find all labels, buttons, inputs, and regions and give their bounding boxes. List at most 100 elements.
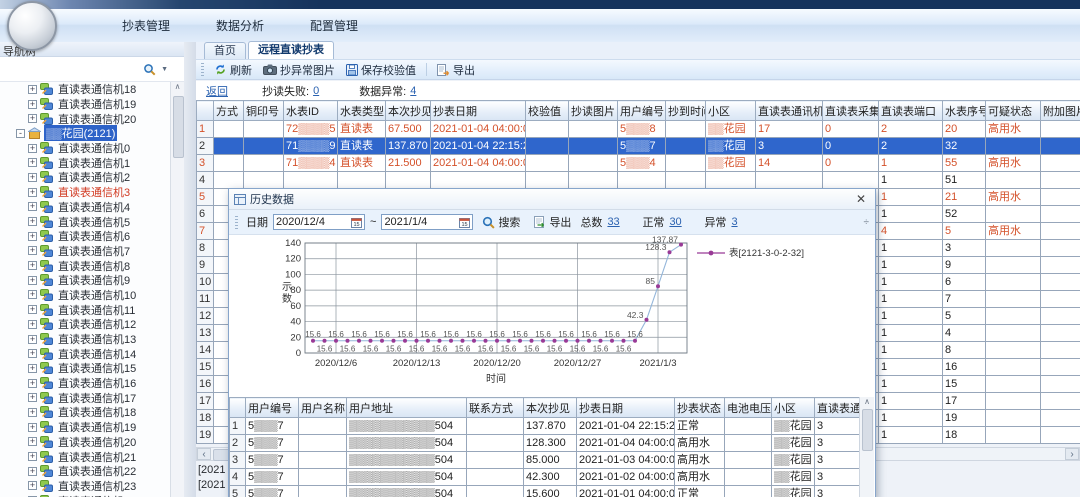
expand-icon[interactable]: +	[28, 217, 37, 226]
data-abnormal-count[interactable]: 4	[410, 85, 416, 97]
tree-item[interactable]: +直读表通信机12	[0, 317, 170, 332]
column-header[interactable]: 抄到时间	[666, 101, 706, 121]
expand-icon[interactable]: +	[28, 114, 37, 123]
tree-item[interactable]: +直读表通信机20	[0, 435, 170, 450]
scrollbar-thumb[interactable]	[862, 409, 873, 451]
tree-item[interactable]: +直读表通信机3	[0, 185, 170, 200]
export-button[interactable]: 导出	[433, 61, 479, 79]
column-header[interactable]: 可疑状态	[986, 101, 1041, 121]
column-header[interactable]: 用户编号	[618, 101, 666, 121]
close-icon[interactable]: ✕	[852, 192, 870, 206]
column-header[interactable]: 方式	[214, 101, 244, 121]
column-header[interactable]: 直读表通讯机	[756, 101, 823, 121]
column-header[interactable]: 水表序号	[943, 101, 986, 121]
tree-item[interactable]: -▒▒花园(2121)	[0, 126, 170, 141]
tree-item[interactable]: +直读表通信机16	[0, 376, 170, 391]
expand-icon[interactable]: +	[28, 173, 37, 182]
expand-icon[interactable]: +	[28, 261, 37, 270]
tree-item[interactable]: +直读表通信机9	[0, 273, 170, 288]
tree-item[interactable]: +直读表通信机21	[0, 449, 170, 464]
column-header[interactable]: 抄表状态	[675, 398, 725, 418]
table-row[interactable]: 35▒▒▒7▒▒▒▒▒▒▒▒▒▒▒50485.0002021-01-03 04:…	[230, 452, 860, 469]
collapse-icon[interactable]: -	[16, 129, 25, 138]
tree-item[interactable]: +直读表通信机5	[0, 214, 170, 229]
column-header[interactable]: 校验值	[526, 101, 569, 121]
expand-icon[interactable]: +	[28, 144, 37, 153]
tree-item[interactable]: +直读表通信机8	[0, 258, 170, 273]
tree-item[interactable]: +直读表通信机17	[0, 390, 170, 405]
table-row[interactable]: 271▒▒▒▒9直读表137.8702021-01-04 22:15:255▒▒…	[197, 138, 1080, 155]
tree-item[interactable]: +直读表通信机13	[0, 332, 170, 347]
read-fail-count[interactable]: 0	[313, 85, 319, 97]
tab-home[interactable]: 首页	[204, 42, 246, 59]
expand-icon[interactable]: +	[28, 276, 37, 285]
menu-config-management[interactable]: 配置管理	[300, 14, 368, 37]
column-header[interactable]: 用户编号	[246, 398, 299, 418]
refresh-button[interactable]: 刷新	[210, 61, 256, 79]
table-row[interactable]: 15▒▒▒7▒▒▒▒▒▒▒▒▒▒▒504137.8702021-01-04 22…	[230, 418, 860, 435]
scrollbar-thumb[interactable]	[173, 96, 184, 158]
table-row[interactable]: 55▒▒▒7▒▒▒▒▒▒▒▒▒▒▒50415.6002021-01-01 04:…	[230, 486, 860, 497]
expand-icon[interactable]: +	[28, 202, 37, 211]
total-count-link[interactable]: 33	[607, 216, 637, 228]
tree-item[interactable]: +直读表通信机19	[0, 97, 170, 112]
expand-icon[interactable]: +	[28, 290, 37, 299]
tree-item[interactable]: +直读表通信机11	[0, 302, 170, 317]
tree-item[interactable]: +直读表通信机4	[0, 200, 170, 215]
tree-item[interactable]: +直读表通信机24	[0, 493, 170, 497]
column-header[interactable]: 抄表日期	[431, 101, 526, 121]
column-header[interactable]: 直读表通	[815, 398, 860, 418]
expand-icon[interactable]: +	[28, 305, 37, 314]
column-header[interactable]: 本次抄见	[524, 398, 577, 418]
table-row[interactable]: 4151	[197, 172, 1080, 189]
expand-icon[interactable]: +	[28, 246, 37, 255]
column-header[interactable]: 水表ID	[284, 101, 338, 121]
expand-icon[interactable]: +	[28, 364, 37, 373]
tree-item[interactable]: +直读表通信机15	[0, 361, 170, 376]
scroll-up-icon[interactable]: ∧	[175, 82, 181, 91]
expand-icon[interactable]: +	[28, 188, 37, 197]
expand-icon[interactable]: +	[28, 467, 37, 476]
expand-icon[interactable]: +	[28, 335, 37, 344]
expand-icon[interactable]: +	[28, 423, 37, 432]
expand-icon[interactable]: +	[28, 158, 37, 167]
expand-icon[interactable]: +	[28, 393, 37, 402]
abnormal-count-link[interactable]: 3	[731, 216, 761, 228]
table-row[interactable]: 371▒▒▒▒4直读表21.5002021-01-04 04:00:005▒▒▒…	[197, 155, 1080, 172]
tab-remote-direct-reading[interactable]: 远程直读抄表	[248, 41, 334, 59]
scroll-right-icon[interactable]: ›	[1065, 448, 1079, 460]
column-header[interactable]: 电池电压	[725, 398, 772, 418]
table-row[interactable]: 172▒▒▒▒5直读表67.5002021-01-04 04:00:005▒▒▒…	[197, 121, 1080, 138]
normal-count-link[interactable]: 30	[669, 216, 699, 228]
expand-icon[interactable]: +	[28, 437, 37, 446]
column-header[interactable]: 抄读图片	[569, 101, 618, 121]
calendar-icon[interactable]: 15	[459, 217, 470, 228]
column-header[interactable]: 直读表端口	[879, 101, 943, 121]
history-dialog-titlebar[interactable]: 历史数据 ✕	[229, 189, 875, 210]
nav-tree-scrollbar[interactable]: ∧	[170, 82, 184, 497]
table-row[interactable]: 45▒▒▒7▒▒▒▒▒▒▒▒▒▒▒50442.3002021-01-02 04:…	[230, 469, 860, 486]
capture-abnormal-photo-button[interactable]: 抄异常图片	[259, 61, 339, 79]
table-row[interactable]: 25▒▒▒7▒▒▒▒▒▒▒▒▒▒▒504128.3002021-01-04 04…	[230, 435, 860, 452]
column-header[interactable]: 用户地址	[347, 398, 467, 418]
search-icon[interactable]	[143, 63, 156, 76]
expand-icon[interactable]: +	[28, 349, 37, 358]
column-header[interactable]: 本次抄见	[386, 101, 431, 121]
chevron-down-icon[interactable]: ▼	[161, 66, 168, 73]
history-table-scrollbar[interactable]: ∧	[859, 397, 874, 497]
export-button[interactable]: 导出	[529, 213, 575, 231]
tree-item[interactable]: +直读表通信机18	[0, 405, 170, 420]
column-header[interactable]: 水表类型	[338, 101, 386, 121]
column-header[interactable]: 附加图片	[1041, 101, 1080, 121]
calendar-icon[interactable]: 15	[351, 217, 362, 228]
column-header[interactable]: 直读表采集机	[823, 101, 879, 121]
expand-icon[interactable]: +	[28, 320, 37, 329]
tree-item[interactable]: +直读表通信机19	[0, 420, 170, 435]
tree-item[interactable]: +直读表通信机7	[0, 244, 170, 259]
tree-item[interactable]: +直读表通信机14	[0, 346, 170, 361]
expand-icon[interactable]: +	[28, 100, 37, 109]
tree-item[interactable]: +直读表通信机10	[0, 288, 170, 303]
tree-item[interactable]: +直读表通信机6	[0, 229, 170, 244]
expand-icon[interactable]: +	[28, 452, 37, 461]
tree-item[interactable]: +直读表通信机18	[0, 82, 170, 97]
